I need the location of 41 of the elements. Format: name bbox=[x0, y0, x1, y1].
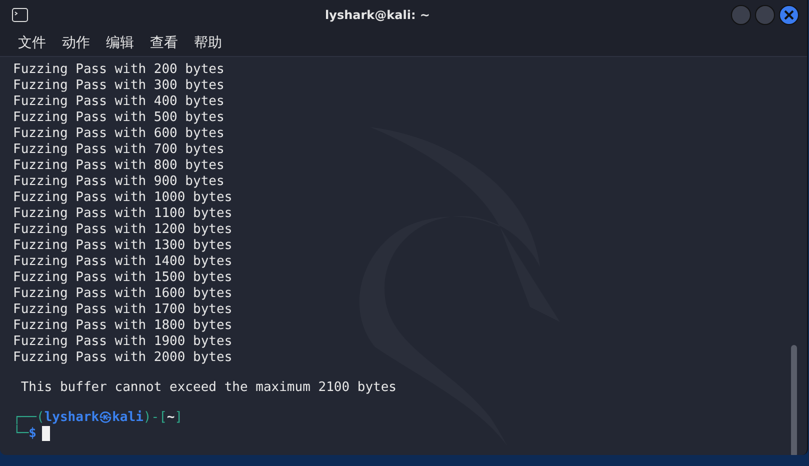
output-line: Fuzzing Pass with 300 bytes bbox=[13, 78, 226, 94]
output-line: Fuzzing Pass with 1200 bytes bbox=[13, 222, 234, 238]
output-line: Fuzzing Pass with 1900 bytes bbox=[13, 334, 234, 350]
output-line: Fuzzing Pass with 700 bytes bbox=[13, 142, 226, 158]
terminal-icon bbox=[12, 8, 28, 22]
text-cursor bbox=[42, 426, 50, 441]
prompt-frame: └─ bbox=[13, 426, 29, 442]
close-icon bbox=[784, 10, 794, 20]
menu-item[interactable]: 帮助 bbox=[186, 34, 230, 52]
output-line: Fuzzing Pass with 500 bytes bbox=[13, 110, 226, 126]
minimize-button[interactable] bbox=[731, 5, 751, 25]
menu-item[interactable]: 查看 bbox=[142, 34, 186, 52]
output-line: Fuzzing Pass with 600 bytes bbox=[13, 126, 226, 142]
prompt-at-symbol: ㉿ bbox=[99, 410, 112, 425]
output-line: Fuzzing Pass with 1700 bytes bbox=[13, 302, 234, 318]
close-button[interactable] bbox=[779, 5, 799, 25]
output-line: Fuzzing Pass with 1500 bytes bbox=[13, 270, 234, 286]
output-line: Fuzzing Pass with 1300 bytes bbox=[13, 238, 234, 254]
prompt-directory: ~ bbox=[166, 410, 175, 425]
menu-item[interactable]: 动作 bbox=[54, 34, 98, 52]
prompt-symbol: $ bbox=[28, 426, 36, 442]
prompt-host: kali bbox=[112, 410, 144, 425]
output-line: Fuzzing Pass with 400 bytes bbox=[13, 94, 226, 110]
menu-item[interactable]: 文件 bbox=[10, 34, 54, 52]
output-line: Fuzzing Pass with 1000 bytes bbox=[13, 190, 234, 206]
output-message: This buffer cannot exceed the maximum 2100 bytes bbox=[20, 380, 398, 396]
prompt-frame: )-[ bbox=[143, 410, 167, 425]
output-line: Fuzzing Pass with 900 bytes bbox=[13, 174, 226, 190]
output-line: Fuzzing Pass with 1600 bytes bbox=[13, 286, 234, 302]
output-line: Fuzzing Pass with 200 bytes bbox=[13, 62, 226, 78]
output-line: Fuzzing Pass with 1400 bytes bbox=[13, 254, 234, 270]
menu-item[interactable]: 编辑 bbox=[98, 34, 142, 52]
prompt-frame: ┌──( bbox=[13, 410, 44, 425]
output-line: Fuzzing Pass with 1800 bytes bbox=[13, 318, 234, 334]
output-line: Fuzzing Pass with 2000 bytes bbox=[13, 350, 234, 366]
scrollbar[interactable] bbox=[791, 345, 797, 455]
window-title: lyshark@kali: ~ bbox=[324, 8, 431, 22]
prompt-frame: ] bbox=[174, 410, 183, 425]
output-line: Fuzzing Pass with 800 bytes bbox=[13, 158, 226, 174]
output-line: Fuzzing Pass with 1100 bytes bbox=[13, 206, 234, 222]
prompt-user: lyshark bbox=[44, 410, 100, 425]
